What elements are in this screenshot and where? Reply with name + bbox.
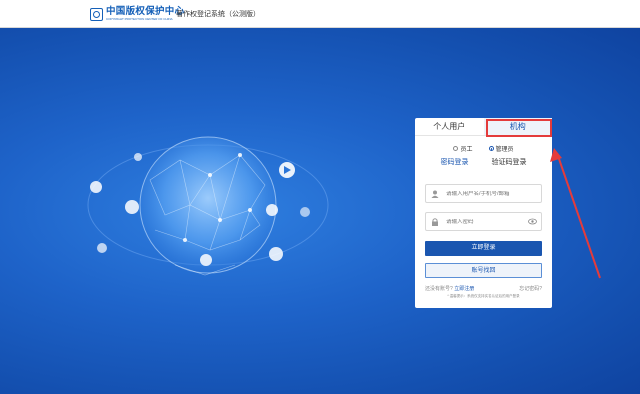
code-icon	[90, 181, 102, 193]
radio-admin-label: 管理员	[495, 147, 514, 153]
eye-icon[interactable]	[528, 217, 537, 226]
logo[interactable]: 中国版权保护中心 COPYRIGHT PROTECTION CENTER OF …	[90, 7, 184, 21]
login-button[interactable]: 立即登录	[425, 241, 542, 256]
music-icon	[125, 200, 139, 214]
node-dot	[218, 218, 222, 222]
password-input[interactable]	[446, 218, 526, 225]
no-account-text: 还没有账号?	[425, 286, 453, 292]
system-title: 著作权登记系统（公测版）	[176, 11, 260, 18]
node-dot	[208, 173, 212, 177]
radio-employee[interactable]: 员工	[453, 144, 473, 153]
username-input[interactable]	[446, 190, 526, 197]
annotation-arrow	[550, 148, 601, 279]
image-icon	[266, 204, 278, 216]
logo-subtitle: COPYRIGHT PROTECTION CENTER OF CHINA	[106, 17, 173, 21]
logo-title: 中国版权保护中心	[106, 6, 185, 17]
mode-code-login[interactable]: 验证码登录	[492, 157, 527, 167]
login-card: 个人用户 机构 员工 管理员 密码登录 验证码登录 立即登录 账号找回 还没有账…	[415, 118, 552, 308]
role-selector: 员工 管理员	[415, 144, 552, 153]
radio-dot-icon	[453, 146, 459, 151]
node-dot	[238, 153, 242, 157]
radio-dot-selected-icon	[488, 146, 494, 151]
mode-password-login[interactable]: 密码登录	[441, 157, 469, 167]
login-footer: 还没有账号? 立即注册 忘记密码?	[425, 285, 542, 292]
password-field	[425, 212, 542, 231]
username-field	[425, 184, 542, 203]
chat-icon	[269, 247, 283, 261]
mic-icon	[97, 243, 107, 253]
account-recovery-button[interactable]: 账号找回	[425, 263, 542, 278]
doc-icon	[134, 153, 142, 161]
location-icon	[200, 254, 212, 266]
node-dot	[183, 238, 187, 242]
logo-mark-icon	[90, 7, 103, 21]
radio-employee-label: 员工	[460, 147, 473, 153]
star-icon	[300, 207, 310, 217]
node-dot	[248, 208, 252, 212]
login-mode-switch: 密码登录 验证码登录	[415, 157, 552, 167]
register-link[interactable]: 立即注册	[454, 286, 474, 292]
forgot-password-link[interactable]: 忘记密码?	[519, 285, 542, 292]
user-icon	[430, 189, 440, 199]
tab-personal-user[interactable]: 个人用户	[415, 118, 484, 135]
radio-admin[interactable]: 管理员	[488, 144, 514, 153]
login-note: * 温馨提示：系统仅支持实名认证后的用户登录	[447, 294, 520, 298]
tab-highlight-box	[486, 119, 552, 137]
top-bar: 中国版权保护中心 COPYRIGHT PROTECTION CENTER OF …	[0, 0, 640, 28]
globe-illustration	[87, 136, 329, 276]
lock-icon	[430, 217, 440, 227]
